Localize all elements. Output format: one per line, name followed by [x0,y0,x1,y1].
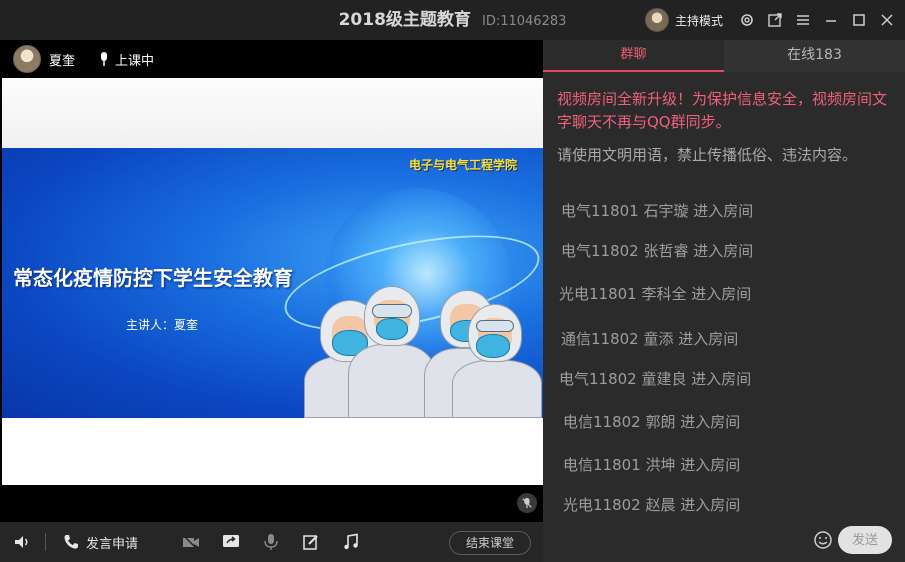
mic-muted-icon[interactable] [517,493,537,513]
slide-speaker: 主讲人：夏奎 [126,318,199,332]
list-item: 电信11801 洪坤 进入房间 [563,456,741,474]
control-divider [45,533,46,551]
send-button[interactable]: 发送 [838,526,892,554]
medical-worker-illustration [452,304,542,418]
teacher-name: 夏奎 [49,53,76,69]
teacher-bar: 夏奎 上课中 [0,40,543,78]
edit-icon[interactable] [302,533,320,551]
teacher-avatar[interactable] [13,45,41,73]
control-bar: 发言申请 结束课堂 [0,522,543,562]
chat-panel: 群聊 在线183 视频房间全新升级！为保护信息安全，视频房间文字聊天不再与QQ群… [543,40,905,562]
room-id: ID:11046283 [482,14,567,29]
video-area: 夏奎 上课中 电子与电气工程学院 常态化疫情防控下学生安全教育 主讲人：夏奎 发… [0,40,543,562]
volume-icon[interactable] [13,533,31,551]
list-item: 电信11802 郭朗 进入房间 [563,413,741,431]
video-bottom-bar [0,485,543,522]
microphone-icon [97,51,111,67]
settings-icon[interactable] [739,12,755,28]
slide-view: 电子与电气工程学院 常态化疫情防控下学生安全教育 主讲人：夏奎 [2,78,543,485]
chat-input[interactable] [551,527,811,555]
host-mode-label[interactable]: 主持模式 [675,12,723,29]
slide-bottom-area [2,418,543,485]
chat-rules: 请使用文明用语，禁止传播低俗、违法内容。 [557,146,858,164]
chat-messages: 视频房间全新升级！为保护信息安全，视频房间文字聊天不再与QQ群同步。 请使用文明… [543,72,905,522]
medical-worker-illustration [348,286,436,418]
music-icon[interactable] [342,533,360,551]
screen-share-icon[interactable] [222,533,240,551]
slide-top-area [2,78,543,148]
slide-title: 常态化疫情防控下学生安全教育 [13,266,293,290]
maximize-icon[interactable] [851,12,867,28]
speak-request-label: 发言申请 [86,536,139,552]
list-item: 光电11801 李科全 进入房间 [559,285,752,303]
end-class-button[interactable]: 结束课堂 [449,531,531,555]
camera-off-icon[interactable] [182,533,200,551]
microphone-off-icon[interactable] [262,533,280,551]
tab-online-users[interactable]: 在线183 [724,40,905,72]
list-item: 通信11802 童添 进入房间 [561,330,739,348]
menu-icon[interactable] [795,12,811,28]
title-controls: 主持模式 [644,0,895,40]
window-title: 2018级主题教育 [338,10,471,30]
close-icon[interactable] [879,12,895,28]
chat-input-bar: 发送 [543,522,905,562]
chat-tabs: 群聊 在线183 [543,40,905,72]
list-item: 电气11801 石宇璇 进入房间 [561,202,754,220]
list-item: 电气11802 童建良 进入房间 [559,370,752,388]
minimize-icon[interactable] [823,12,839,28]
phone-icon [62,533,80,551]
slide-banner: 电子与电气工程学院 常态化疫情防控下学生安全教育 主讲人：夏奎 [2,148,543,418]
list-item: 光电11802 赵晨 进入房间 [563,496,741,514]
class-status: 上课中 [115,53,155,69]
list-item: 电气11802 张哲睿 进入房间 [561,242,754,260]
college-name: 电子与电气工程学院 [408,158,517,172]
title-bar: 2018级主题教育 ID:11046283 主持模式 [0,0,905,40]
speak-request-button[interactable]: 发言申请 [62,533,138,552]
share-icon[interactable] [767,12,783,28]
host-avatar[interactable] [644,8,669,32]
tab-group-chat[interactable]: 群聊 [543,40,724,72]
system-notice: 视频房间全新升级！为保护信息安全，视频房间文字聊天不再与QQ群同步。 [557,90,888,131]
emoji-icon[interactable] [813,530,833,550]
